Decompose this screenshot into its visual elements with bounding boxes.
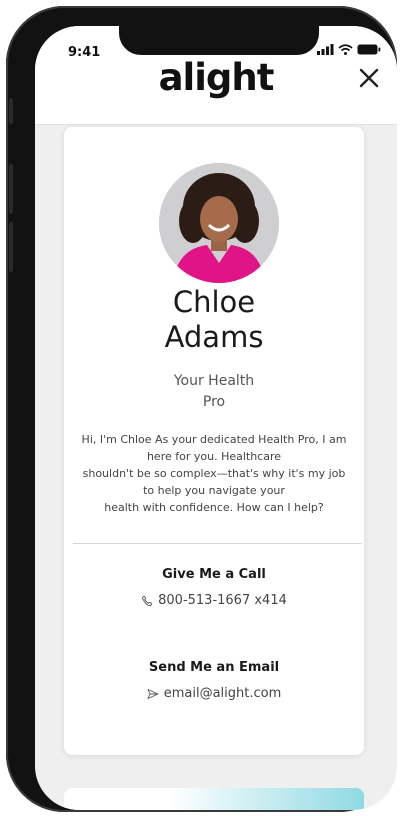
next-card [64,788,364,810]
phone-link[interactable]: 800-513-1667 x414 [64,593,364,608]
email-address[interactable]: email@alight.com [164,686,282,701]
bio-line: here for you. Healthcare [146,450,282,463]
phone-notch [119,26,319,55]
call-heading: Give Me a Call [162,567,266,582]
bio-line: to help you navigate your [143,484,285,497]
wifi-icon [338,44,353,55]
bio-line: Hi, I'm Chloe As your dedicated Health P… [81,433,347,446]
email-heading: Send Me an Email [148,660,280,675]
phone-number[interactable]: 800-513-1667 x414 [158,593,287,608]
phone-frame: 9:41 alight Chloe Adams Your Health Pro … [6,6,397,812]
phone-side-button [9,98,13,124]
phone-side-button [9,164,13,214]
phone-screen: 9:41 alight Chloe Adams Your Health Pro … [35,26,397,810]
status-icons [317,44,381,55]
first-name: Chloe [172,285,256,319]
pro-role: Your Health Pro [139,371,289,413]
bio-line: health with confidence. How can I help? [104,501,324,514]
role-line: Pro [202,394,226,410]
divider [73,543,362,544]
pro-bio: Hi, I'm Chloe As your dedicated Health P… [72,431,356,516]
last-name: Adams [164,320,264,354]
email-link[interactable]: email@alight.com [64,686,364,701]
signal-icon [317,44,334,55]
health-pro-card: Chloe Adams Your Health Pro Hi, I'm Chlo… [64,127,364,755]
bio-line: shouldn't be so complex—that's why it's … [82,467,346,480]
phone-icon [141,595,153,606]
app-header: 9:41 alight [35,26,397,125]
phone-side-button [9,222,13,272]
battery-icon [357,44,381,55]
role-line: Your Health [173,373,255,389]
close-icon[interactable] [357,66,381,90]
avatar [159,163,279,283]
avatar-portrait [159,163,279,283]
send-icon [147,688,159,699]
pro-name: Chloe Adams [64,285,364,355]
alight-logo: alight [158,56,275,99]
